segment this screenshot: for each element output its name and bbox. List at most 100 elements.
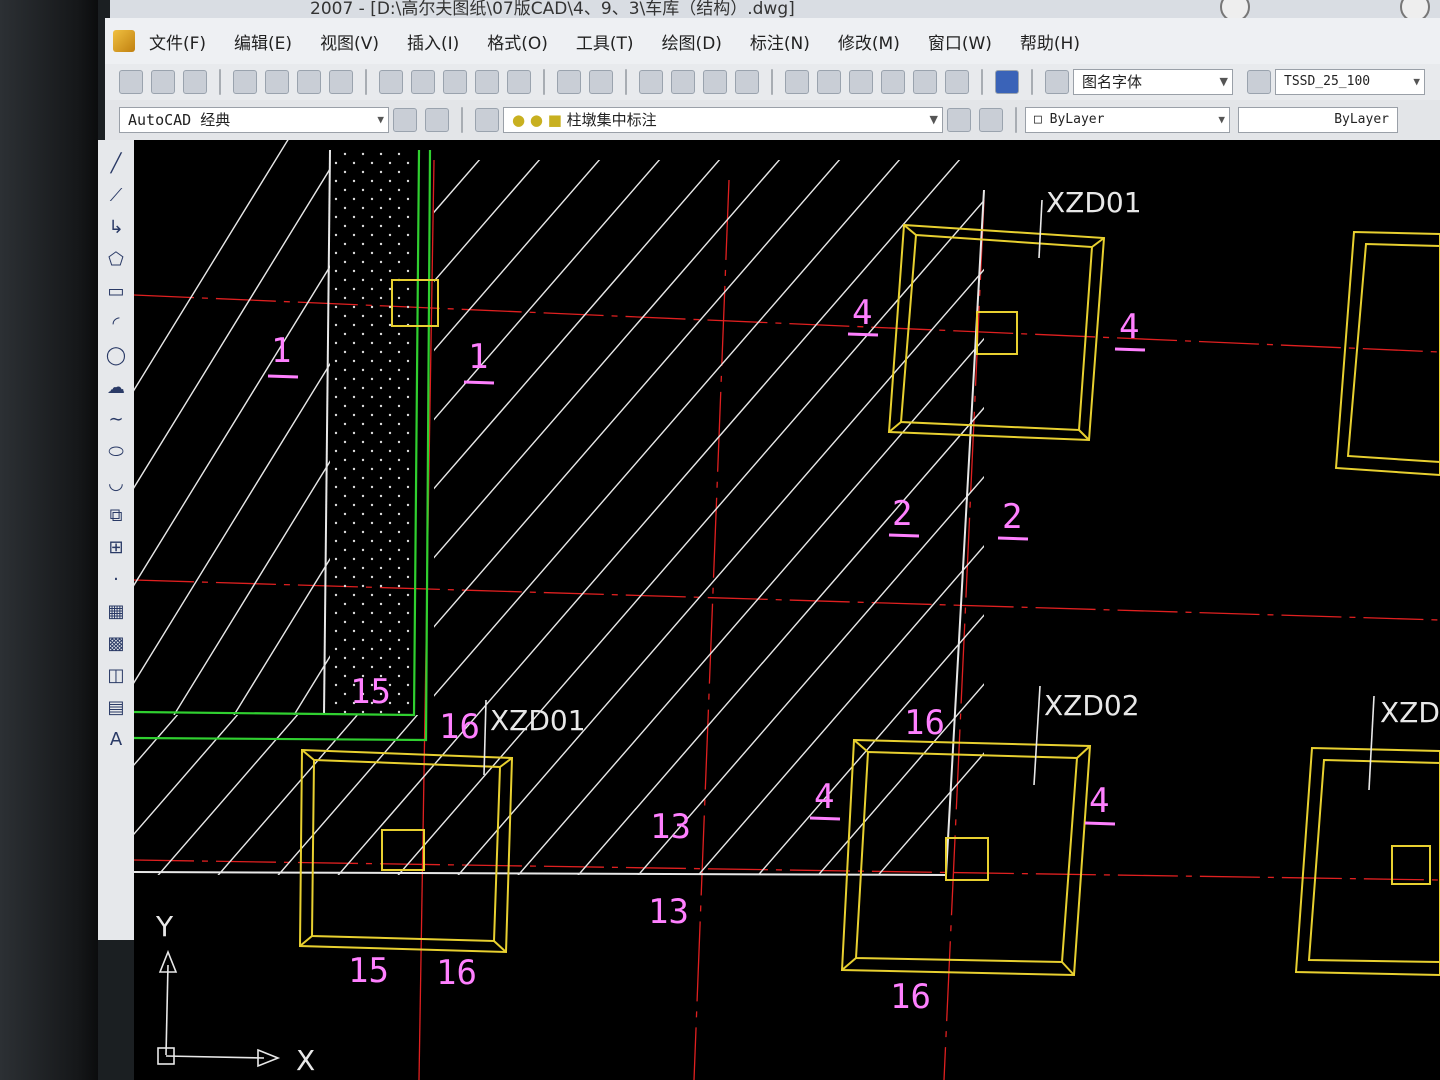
block-editor-icon[interactable] (507, 70, 531, 94)
ellipse-arc-icon[interactable]: ◡ (105, 473, 127, 495)
new-icon[interactable] (119, 70, 143, 94)
menu-insert[interactable]: 插入(I) (407, 29, 459, 54)
text-style-value: 图名字体 (1082, 73, 1143, 91)
toolbar-separator (219, 69, 221, 95)
label-16-top: 16 (439, 707, 480, 747)
redo-icon[interactable] (589, 70, 613, 94)
table-icon[interactable]: ▤ (105, 697, 127, 719)
toolbar-separator (625, 69, 627, 95)
standard-toolbar: 图名字体 ▼ TSSD_25_100 ▼ (105, 64, 1440, 100)
menu-dimension[interactable]: 标注(N) (750, 29, 810, 54)
dim-style-icon[interactable] (1247, 70, 1271, 94)
color-value: ByLayer (1049, 112, 1105, 127)
hatch-icon[interactable]: ▦ (105, 601, 127, 623)
properties-icon[interactable] (785, 70, 809, 94)
menu-draw[interactable]: 绘图(D) (662, 29, 722, 54)
label-16-bottom: 16 (436, 953, 477, 993)
label-16-right-bottom: 16 (890, 977, 931, 1017)
publish-icon[interactable] (297, 70, 321, 94)
zoom-window-icon[interactable] (703, 70, 727, 94)
calculator-icon[interactable] (945, 70, 969, 94)
help-icon[interactable] (995, 70, 1019, 94)
workspace-select[interactable]: AutoCAD 经典 ▼ (119, 107, 389, 133)
label-4-bottom-right: 4 (1089, 781, 1109, 821)
chevron-down-icon: ▼ (377, 113, 384, 126)
workspace-value: AutoCAD 经典 (128, 111, 231, 129)
undo-icon[interactable] (557, 70, 581, 94)
dim-style-select[interactable]: TSSD_25_100 ▼ (1275, 69, 1425, 95)
minimize-button[interactable] (1220, 0, 1250, 18)
menu-edit[interactable]: 编辑(E) (234, 29, 292, 54)
dotted-fill (330, 150, 414, 715)
polyline-icon[interactable]: ↳ (105, 217, 127, 239)
label-16-right-top: 16 (904, 703, 945, 743)
menu-window[interactable]: 窗口(W) (928, 29, 992, 54)
menu-view[interactable]: 视图(V) (320, 29, 379, 54)
linetype-select[interactable]: ByLayer (1238, 107, 1398, 133)
rectangle-icon[interactable]: ▭ (105, 281, 127, 303)
cut-icon[interactable] (379, 70, 403, 94)
cad-drawing[interactable]: 1 1 4 4 2 2 15 16 16 4 4 13 13 15 16 16 (134, 140, 1440, 1080)
my-workspace-icon[interactable] (425, 108, 449, 132)
polygon-icon[interactable]: ⬠ (105, 249, 127, 271)
print-icon[interactable] (233, 70, 257, 94)
match-properties-icon[interactable] (475, 70, 499, 94)
drawing-area[interactable]: 1 1 4 4 2 2 15 16 16 4 4 13 13 15 16 16 (134, 140, 1440, 1080)
multiline-text-icon[interactable]: A (105, 729, 127, 751)
open-icon[interactable] (151, 70, 175, 94)
label-1-left: 1 (271, 331, 291, 371)
markup-icon[interactable] (913, 70, 937, 94)
3d-dwf-icon[interactable] (329, 70, 353, 94)
pan-icon[interactable] (639, 70, 663, 94)
make-current-layer-icon[interactable] (947, 108, 971, 132)
ucs-x-label: X (296, 1044, 315, 1077)
menu-tools[interactable]: 工具(T) (576, 29, 634, 54)
region-icon[interactable]: ◫ (105, 665, 127, 687)
layer-select[interactable]: ● ● ■ 柱墩集中标注 ▼ (503, 107, 943, 133)
chevron-down-icon: ▼ (1219, 75, 1228, 88)
menu-file[interactable]: 文件(F) (149, 29, 206, 54)
screen: 2007 - [D:\高尔夫图纸\07版CAD\4、9、3\车库（结构）.dwg… (0, 0, 1440, 1080)
sheet-set-icon[interactable] (881, 70, 905, 94)
label-13-a: 13 (650, 807, 691, 847)
arc-icon[interactable]: ◜ (105, 313, 127, 335)
text-style-icon[interactable] (1045, 70, 1069, 94)
insert-block-icon[interactable]: ⧉ (105, 505, 127, 527)
save-icon[interactable] (183, 70, 207, 94)
tag-xzd01-top: XZD01 (1046, 186, 1142, 219)
label-15-top: 15 (350, 672, 391, 712)
design-center-icon[interactable] (817, 70, 841, 94)
axis-lines (134, 159, 1440, 1080)
pile-cap-top-right (1334, 230, 1440, 477)
circle-icon[interactable]: ◯ (105, 345, 127, 367)
make-block-icon[interactable]: ⊞ (105, 537, 127, 559)
zoom-realtime-icon[interactable] (671, 70, 695, 94)
menu-format[interactable]: 格式(O) (487, 29, 548, 54)
layer-previous-icon[interactable] (979, 108, 1003, 132)
ellipse-icon[interactable]: ⬭ (105, 441, 127, 463)
line-icon[interactable]: ╱ (105, 153, 127, 175)
label-1-mid: 1 (468, 337, 488, 377)
layer-manager-icon[interactable] (475, 108, 499, 132)
spline-icon[interactable]: ∼ (105, 409, 127, 431)
paste-icon[interactable] (443, 70, 467, 94)
text-style-select[interactable]: 图名字体 ▼ (1073, 69, 1233, 95)
zoom-previous-icon[interactable] (735, 70, 759, 94)
close-button[interactable] (1400, 0, 1430, 18)
print-preview-icon[interactable] (265, 70, 289, 94)
point-icon[interactable]: · (105, 569, 127, 591)
layers-toolbar: AutoCAD 经典 ▼ ● ● ■ 柱墩集中标注 ▼ □ ByLayer ▼ … (105, 100, 1440, 140)
workspace-settings-icon[interactable] (393, 108, 417, 132)
tool-palettes-icon[interactable] (849, 70, 873, 94)
revision-cloud-icon[interactable]: ☁ (105, 377, 127, 399)
copy-icon[interactable] (411, 70, 435, 94)
autocad-logo-icon[interactable] (113, 30, 135, 52)
menu-modify[interactable]: 修改(M) (838, 29, 900, 54)
slab-outline (134, 149, 985, 877)
menu-help[interactable]: 帮助(H) (1020, 29, 1080, 54)
ucs-icon (157, 949, 281, 1068)
color-select[interactable]: □ ByLayer ▼ (1025, 107, 1230, 133)
construction-line-icon[interactable]: ⟋ (105, 185, 127, 207)
gradient-icon[interactable]: ▩ (105, 633, 127, 655)
toolbar-separator (1031, 69, 1033, 95)
